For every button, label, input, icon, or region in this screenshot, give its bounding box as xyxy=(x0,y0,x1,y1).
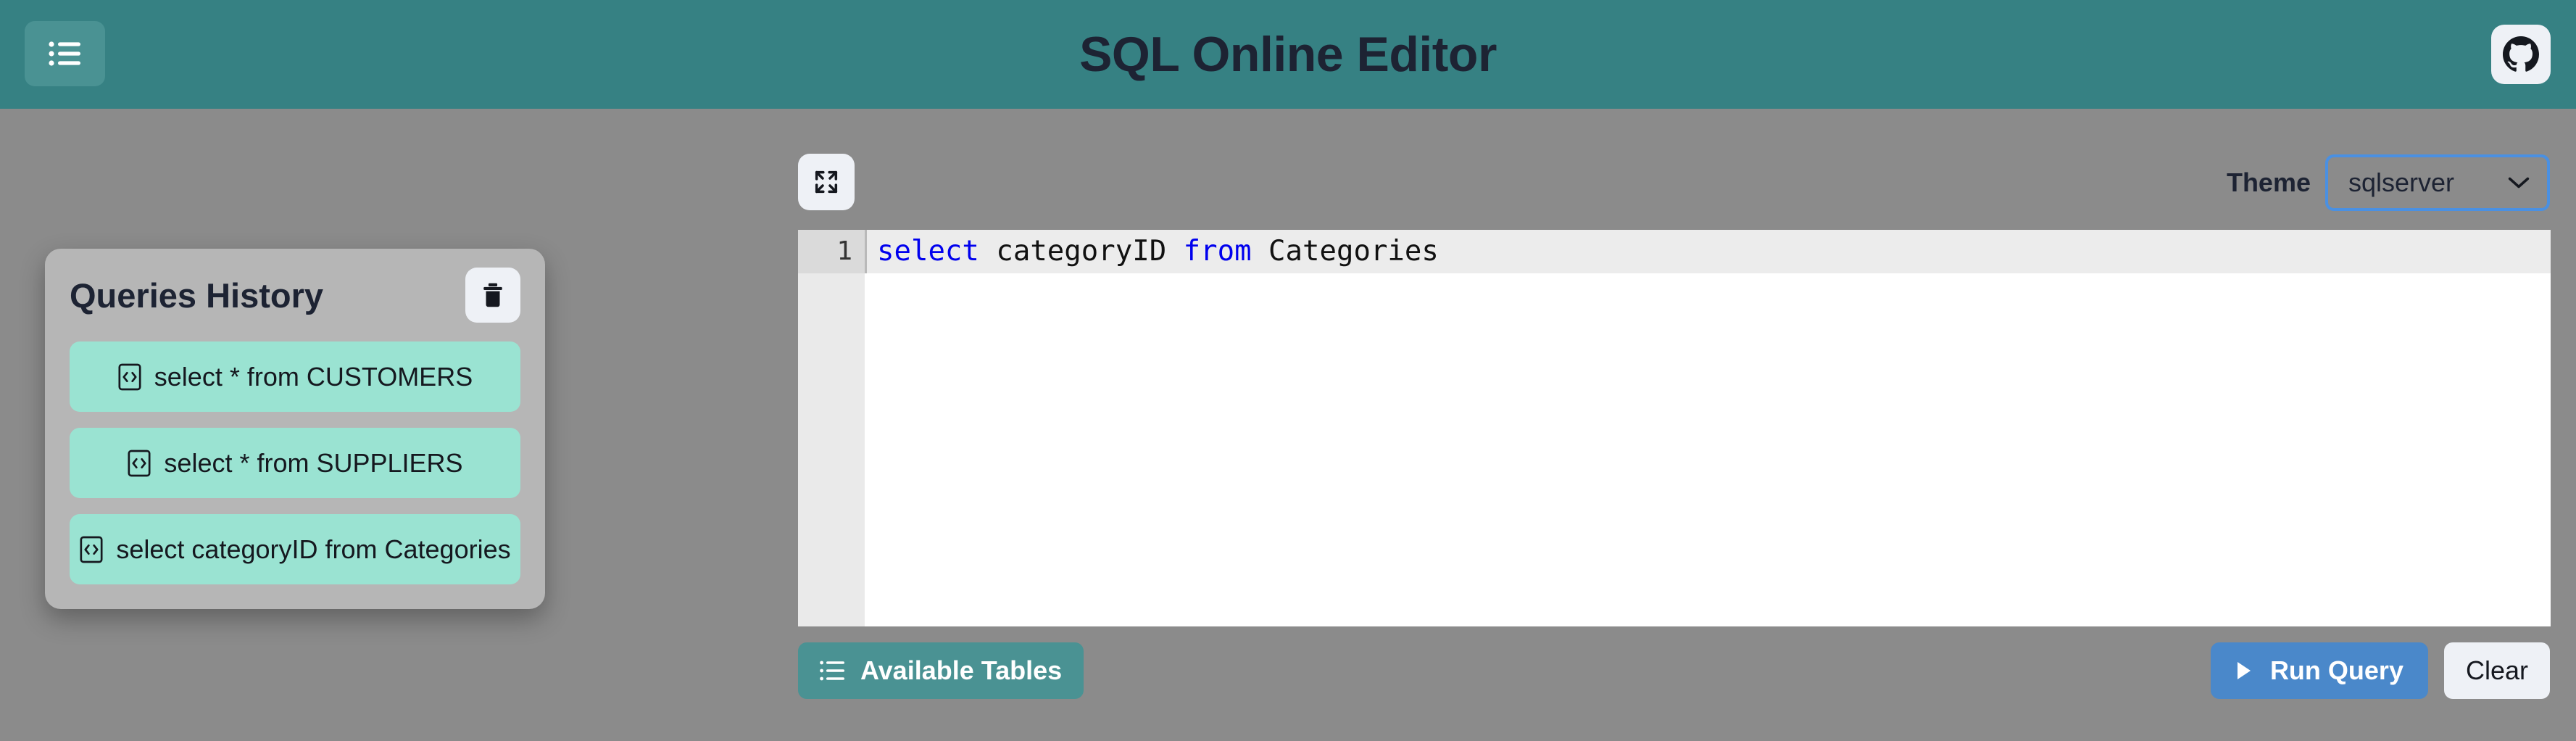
sql-keyword: select xyxy=(877,235,979,268)
queries-history-header: Queries History xyxy=(70,268,520,323)
queries-history-title: Queries History xyxy=(70,276,324,315)
list-item[interactable]: select * from CUSTOMERS xyxy=(70,341,520,412)
list-item[interactable]: select categoryID from Categories xyxy=(70,514,520,584)
sql-text: Categories xyxy=(1251,235,1439,268)
theme-select-value: sqlserver xyxy=(2348,167,2455,197)
fullscreen-toggle-button[interactable] xyxy=(798,154,855,210)
app-header: SQL Online Editor xyxy=(0,0,2576,109)
list-item[interactable]: select * from SUPPLIERS xyxy=(70,428,520,498)
queries-history-panel: Queries History select * from CUSTOMERS xyxy=(45,249,545,609)
github-link-button[interactable] xyxy=(2491,25,2551,84)
sql-keyword: from xyxy=(1183,235,1252,268)
page-title: SQL Online Editor xyxy=(1079,27,1497,82)
trash-icon xyxy=(482,283,504,307)
clear-button[interactable]: Clear xyxy=(2443,642,2550,699)
theme-selector-group: Theme sqlserver xyxy=(2227,154,2550,211)
theme-select[interactable]: sqlserver xyxy=(2325,154,2550,211)
chevron-down-icon xyxy=(2506,175,2531,191)
line-number: 1 xyxy=(798,230,865,273)
editor-gutter: 1 xyxy=(798,230,865,626)
available-tables-button[interactable]: Available Tables xyxy=(798,642,1084,699)
code-line[interactable]: select categoryID from Categories xyxy=(865,230,2551,273)
expand-icon xyxy=(812,167,841,196)
run-query-label: Run Query xyxy=(2269,655,2403,685)
play-icon xyxy=(2235,661,2253,681)
list-item-label: select * from CUSTOMERS xyxy=(154,361,473,392)
clear-history-button[interactable] xyxy=(465,268,520,323)
code-brackets-icon xyxy=(127,449,151,478)
code-brackets-icon xyxy=(79,535,104,564)
list-item-label: select categoryID from Categories xyxy=(116,534,511,564)
available-tables-label: Available Tables xyxy=(860,655,1063,685)
list-item-label: select * from SUPPLIERS xyxy=(164,447,463,478)
sql-text: categoryID xyxy=(979,235,1184,268)
github-icon xyxy=(2503,36,2539,73)
run-query-button[interactable]: Run Query xyxy=(2210,642,2428,699)
list-icon xyxy=(820,660,846,682)
editor-code-area[interactable]: select categoryID from Categories xyxy=(865,230,2551,626)
sql-code-editor[interactable]: 1 select categoryID from Categories xyxy=(798,230,2551,626)
editor-action-buttons: Run Query Clear xyxy=(2210,642,2550,699)
code-brackets-icon xyxy=(117,363,142,392)
theme-label: Theme xyxy=(2226,167,2311,197)
